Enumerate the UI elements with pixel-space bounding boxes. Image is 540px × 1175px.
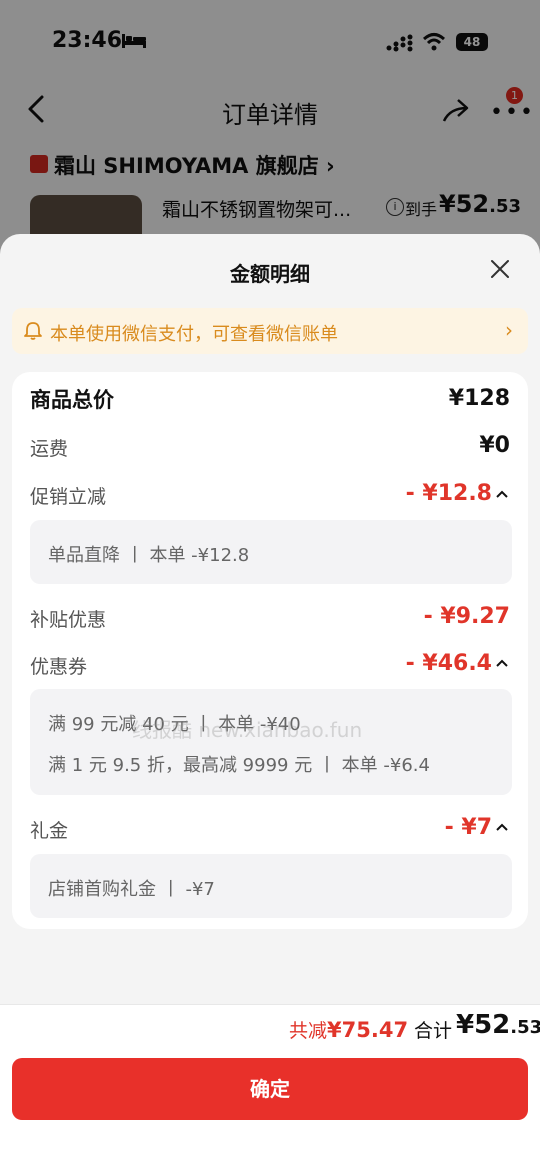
gift-detail: 店铺首购礼金 丨 -¥7 bbox=[48, 879, 215, 900]
total-sum-label: 合计 bbox=[414, 1020, 453, 1042]
wechat-bill-text: 本单使用微信支付，可查看微信账单 bbox=[50, 324, 338, 345]
total-goods-label: 商品总价 bbox=[30, 388, 114, 412]
chevron-up-icon[interactable] bbox=[495, 822, 509, 832]
shipping-label: 运费 bbox=[30, 438, 69, 460]
confirm-button[interactable]: 确定 bbox=[12, 1058, 528, 1120]
shipping-value: ¥0 bbox=[479, 433, 510, 458]
subsidy-value: - ¥9.27 bbox=[423, 604, 510, 629]
modal-overlay[interactable] bbox=[0, 0, 540, 260]
gift-value[interactable]: - ¥7 bbox=[445, 815, 492, 840]
promo-label[interactable]: 促销立减 bbox=[30, 482, 106, 509]
bell-icon bbox=[24, 322, 42, 340]
chevron-up-icon[interactable] bbox=[495, 658, 509, 668]
total-sum-main: ¥52 bbox=[456, 1010, 511, 1040]
total-sum: ¥52.53 bbox=[456, 1010, 540, 1040]
coupon-detail-2: 满 1 元 9.5 折，最高减 9999 元 丨 本单 -¥6.4 bbox=[48, 755, 430, 776]
subsidy-label: 补贴优惠 bbox=[30, 609, 107, 631]
coupon-label[interactable]: 优惠券 bbox=[30, 652, 87, 679]
promo-detail: 单品直降 丨 本单 -¥12.8 bbox=[48, 545, 250, 566]
sheet-title: 金额明细 bbox=[230, 262, 310, 286]
total-reduce: 共减¥75.47 bbox=[289, 1016, 408, 1043]
coupon-value[interactable]: - ¥46.4 bbox=[406, 651, 492, 676]
gift-label[interactable]: 礼金 bbox=[30, 816, 68, 843]
chevron-right-icon: › bbox=[505, 318, 513, 342]
promo-value[interactable]: - ¥12.8 bbox=[406, 481, 492, 506]
total-reduce-value: ¥75.47 bbox=[327, 1018, 409, 1042]
watermark: 线报酷 new.xianbao.fun bbox=[132, 718, 363, 742]
close-icon[interactable] bbox=[489, 258, 511, 280]
chevron-up-icon[interactable] bbox=[495, 489, 509, 499]
total-goods-value: ¥128 bbox=[448, 386, 510, 411]
total-sum-decimal: .53 bbox=[510, 1017, 540, 1038]
total-reduce-label: 共减 bbox=[289, 1020, 328, 1042]
